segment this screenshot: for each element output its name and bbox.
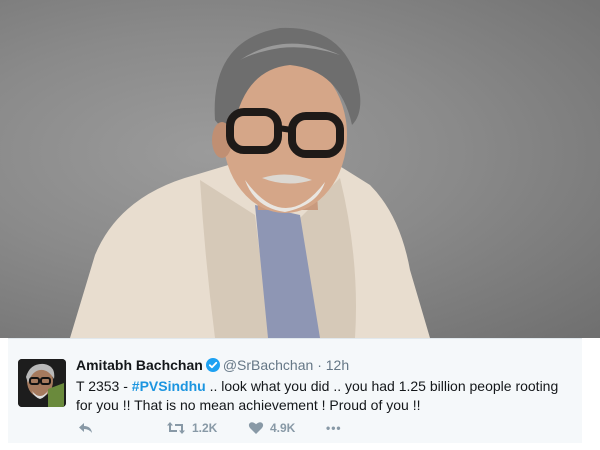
- more-icon: •••: [326, 421, 342, 435]
- like-count: 4.9K: [270, 421, 296, 435]
- timestamp[interactable]: 12h: [326, 357, 349, 373]
- heart-icon: [248, 422, 264, 434]
- tweet-card[interactable]: Amitabh Bachchan @SrBachchan · 12h T 2353…: [8, 338, 582, 443]
- tweet-text: T 2353 - #PVSindhu .. look what you did …: [76, 377, 576, 415]
- retweet-button[interactable]: 1.2K: [166, 421, 217, 435]
- hashtag-link[interactable]: #PVSindhu: [132, 378, 206, 394]
- verified-badge-icon: [205, 358, 220, 372]
- handle[interactable]: @SrBachchan: [223, 357, 313, 373]
- tweet-header: Amitabh Bachchan @SrBachchan · 12h: [76, 357, 349, 373]
- avatar[interactable]: [18, 359, 66, 407]
- reply-button[interactable]: [78, 421, 100, 435]
- reply-icon: [79, 423, 92, 433]
- display-name[interactable]: Amitabh Bachchan: [76, 357, 203, 373]
- retweet-count: 1.2K: [192, 421, 218, 435]
- like-button[interactable]: 4.9K: [248, 421, 295, 435]
- photo-of-amitabh-bachchan: [0, 0, 600, 338]
- separator: ·: [317, 357, 322, 373]
- retweet-icon: [167, 422, 185, 434]
- tweet-text-prefix: T 2353 -: [76, 378, 132, 394]
- more-button[interactable]: •••: [326, 421, 342, 435]
